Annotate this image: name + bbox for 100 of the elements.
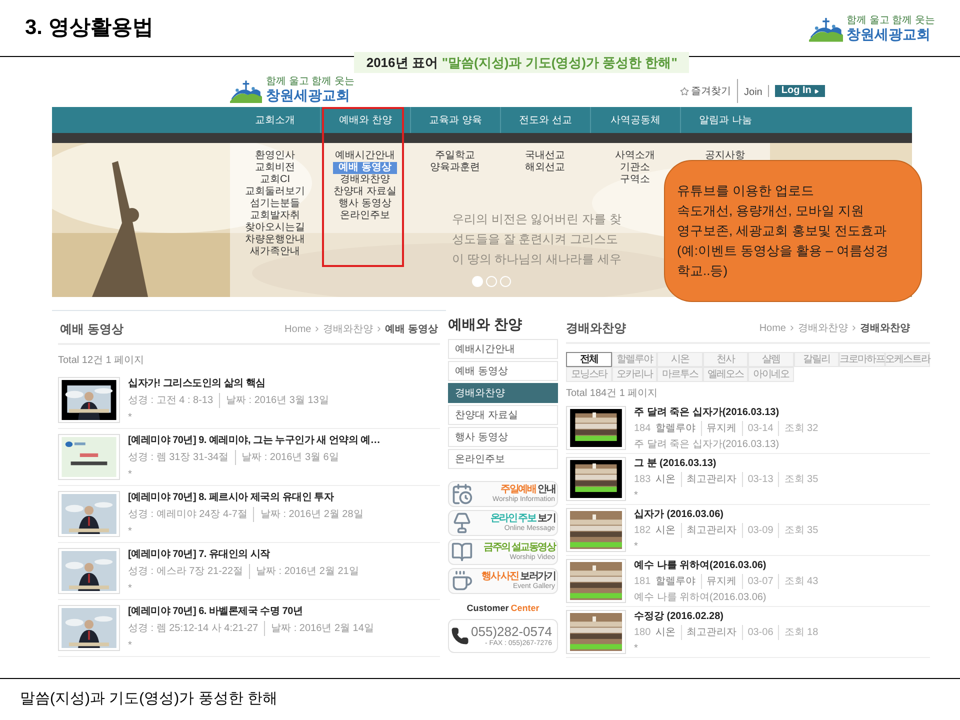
video-title[interactable]: [예레미야 70년] 9. 예레미야, 그는 누구인가 새 언약의 예… bbox=[128, 432, 380, 448]
choir-name: 시온 bbox=[656, 626, 676, 640]
submenu-item[interactable]: 양육과훈련 bbox=[430, 162, 480, 174]
nav-item[interactable]: 교육과 양육 bbox=[429, 112, 482, 128]
banner-title-accent: 행사 사진 bbox=[482, 571, 518, 582]
logo-name: 창원세광교회 bbox=[266, 87, 351, 103]
post-summary: 예수 나를 위하여(2016.03.06) bbox=[634, 590, 766, 604]
page-title: 예배 동영상 bbox=[60, 321, 124, 338]
submenu-item[interactable]: 교회발자취 bbox=[250, 210, 300, 222]
post-number: 181 bbox=[634, 574, 651, 588]
sidebar-item[interactable]: 온라인주보 bbox=[448, 449, 558, 469]
submenu-item[interactable]: 환영인사 bbox=[255, 150, 295, 162]
submenu-item[interactable]: 예배시간안내 bbox=[335, 150, 395, 162]
nav-item[interactable]: 예배와 찬양 bbox=[339, 112, 392, 128]
post-summary: * bbox=[634, 642, 638, 656]
slide-footer: 말씀(지성)과 기도(영성)가 풍성한 한해 bbox=[20, 688, 278, 711]
submenu-item[interactable]: 공지사항 bbox=[705, 150, 745, 162]
submenu-item[interactable]: 사역소개 bbox=[615, 150, 655, 162]
book-icon bbox=[451, 541, 473, 563]
post-summary: * bbox=[634, 540, 638, 554]
song-title[interactable]: 예수 나를 위하여(2016.03.06) bbox=[634, 558, 818, 572]
sidebar-item[interactable]: 예배 동영상 bbox=[448, 361, 558, 381]
song-title[interactable]: 그 분 (2016.03.13) bbox=[634, 456, 818, 470]
submenu-item[interactable]: 찬양대 자료실 bbox=[334, 186, 396, 198]
summary-mark: * bbox=[128, 410, 132, 424]
breadcrumb-link[interactable]: 예배 동영상 bbox=[385, 322, 438, 336]
nav-item[interactable]: 알림과 나눔 bbox=[699, 112, 752, 128]
submenu-item[interactable]: 찾아오시는길 bbox=[245, 222, 305, 234]
submenu-item[interactable]: 국내선교 bbox=[525, 150, 565, 162]
scripture-text: 성경 : 렘 31장 31-34절 bbox=[128, 450, 229, 464]
submenu-item[interactable]: 구역소 bbox=[620, 174, 650, 186]
motto-label: 2016년 표어 bbox=[366, 54, 438, 72]
sidebar-item[interactable]: 예배시간안내 bbox=[448, 339, 558, 359]
author-name: 최고관리자 bbox=[680, 624, 737, 640]
video-title[interactable]: 십자가! 그리스도인의 삶의 핵심 bbox=[128, 376, 329, 390]
song-title[interactable]: 십자가 (2016.03.06) bbox=[634, 506, 818, 522]
scripture-text: 성경 : 에스라 7장 21-22절 bbox=[128, 564, 244, 578]
choir-name: 할렐루야 bbox=[656, 422, 696, 436]
center-label: Center bbox=[510, 602, 540, 615]
summary-mark: * bbox=[128, 468, 132, 482]
post-summary: * bbox=[634, 488, 638, 502]
submenu-item[interactable]: 새가족안내 bbox=[250, 246, 300, 258]
submenu-item[interactable]: 온라인주보 bbox=[340, 210, 390, 222]
post-date: 03-13 bbox=[742, 472, 774, 486]
login-button[interactable]: Log In bbox=[775, 85, 826, 97]
submenu-item[interactable]: 행사 동영상 bbox=[338, 198, 392, 210]
vision-text: 우리의 비전은 잃어버린 자를 찾 성도들을 잘 훈련시켜 그리스도 이 땅의 하나님의 새나라를 세우 bbox=[452, 211, 622, 268]
video-title[interactable]: [예레미야 70년] 7. 유대인의 시작 bbox=[128, 546, 359, 562]
banner-title: 안내 bbox=[538, 484, 555, 495]
page-title: 경배와찬양 bbox=[566, 320, 626, 337]
author-name: 최고관리자 bbox=[680, 522, 737, 538]
submenu-item[interactable]: 교회비전 bbox=[255, 162, 295, 174]
song-title[interactable]: 주 달려 죽은 십자가(2016.03.13) bbox=[634, 404, 818, 420]
category-tab[interactable]: 전체 bbox=[566, 352, 612, 367]
author-name: 최고관리자 bbox=[680, 472, 737, 486]
slide-title: 3. 영상활용법 bbox=[25, 15, 154, 42]
date-text: 날짜 : 2016년 2월 28일 bbox=[253, 506, 364, 522]
post-date: 03-07 bbox=[742, 574, 774, 588]
view-count: 조회 18 bbox=[778, 624, 818, 640]
banner-title: 보러가기 bbox=[520, 571, 555, 582]
song-title[interactable]: 수정강 (2016.02.28) bbox=[634, 608, 818, 624]
sidebar-item[interactable]: 경배와찬양 bbox=[448, 383, 558, 403]
banner-title: 보기 bbox=[538, 513, 555, 524]
nav-item[interactable]: 교회소개 bbox=[255, 112, 295, 128]
date-text: 날짜 : 2016년 3월 6일 bbox=[234, 450, 339, 464]
scripture-text: 성경 : 고전 4 : 8-13 bbox=[128, 394, 214, 408]
video-title[interactable]: [예레미야 70년] 6. 바벨론제국 수명 70년 bbox=[128, 604, 374, 618]
logo-name: 창원세광교회 bbox=[846, 26, 932, 42]
sidebar-item[interactable]: 찬양대 자료실 bbox=[448, 405, 558, 425]
post-number: 183 bbox=[634, 472, 651, 486]
logo-icon bbox=[808, 16, 843, 42]
breadcrumb-link[interactable]: 경배와찬양 bbox=[860, 320, 910, 336]
post-summary: 주 달려 죽은 십자가(2016.03.13) bbox=[634, 438, 780, 452]
submenu-item[interactable]: 차량운행안내 bbox=[245, 234, 305, 246]
favorite-link[interactable]: 즐겨찾기 bbox=[691, 84, 732, 98]
submenu-item[interactable]: 해외선교 bbox=[525, 162, 565, 174]
submenu-item[interactable]: 교회CI bbox=[260, 174, 290, 186]
view-count: 조회 32 bbox=[778, 420, 818, 436]
post-number: 184 bbox=[634, 422, 651, 436]
post-number: 180 bbox=[634, 626, 651, 640]
join-link[interactable]: Join bbox=[744, 87, 762, 98]
date-text: 날짜 : 2016년 2월 14일 bbox=[264, 620, 374, 636]
phone-icon bbox=[451, 626, 469, 644]
submenu-item[interactable]: 섬기는분들 bbox=[250, 198, 300, 210]
author-name: 뮤지케 bbox=[700, 574, 737, 588]
post-date: 03-09 bbox=[742, 522, 774, 538]
nav-item[interactable]: 전도와 선교 bbox=[519, 112, 572, 128]
video-title[interactable]: [예레미야 70년] 8. 페르시아 제국의 유대인 투자 bbox=[128, 490, 364, 504]
nav-item[interactable]: 사역공동체 bbox=[610, 112, 660, 128]
logo-tagline: 함께 울고 함께 웃는 bbox=[846, 14, 935, 26]
submenu-item[interactable]: 교회둘러보기 bbox=[245, 186, 305, 198]
submenu-item[interactable]: 기관소 bbox=[620, 162, 650, 174]
summary-mark: * bbox=[128, 638, 132, 652]
submenu-item[interactable]: 경배와찬양 bbox=[340, 174, 390, 186]
sidebar-item[interactable]: 행사 동영상 bbox=[448, 427, 558, 447]
total-count: Total 12건 1 페이지 bbox=[58, 354, 144, 368]
date-text: 날짜 : 2016년 3월 13일 bbox=[219, 392, 329, 408]
submenu-item[interactable]: 주일학교 bbox=[435, 150, 475, 162]
logo-icon bbox=[230, 79, 262, 103]
banner-title-accent: 금주의 설교동영상 bbox=[484, 542, 555, 553]
